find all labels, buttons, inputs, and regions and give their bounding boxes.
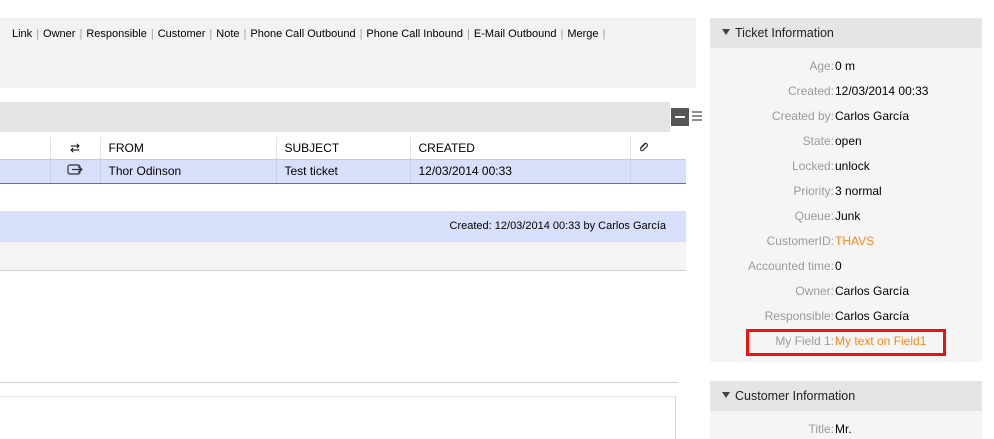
collapse-triangle-icon[interactable] [722, 392, 730, 398]
article-info-bar: Created: 12/03/2014 00:33 by Carlos Garc… [0, 211, 686, 242]
article-created-text: Created: 12/03/2014 00:33 by Carlos Garc… [449, 220, 666, 232]
divider [0, 270, 686, 271]
column-header-direction[interactable]: ⇄ [50, 137, 101, 160]
field-label: Accounted time: [747, 259, 834, 273]
menu-separator: | [243, 28, 247, 40]
cell-created: 12/03/2014 00:33 [410, 158, 631, 184]
field-label: Priority: [793, 184, 834, 198]
ticket-information-widget: Ticket Information Age: 0 m Created: 12/03… [710, 18, 982, 362]
field-value: Junk [835, 209, 861, 223]
customer-information-header[interactable]: Customer Information [710, 381, 982, 411]
article-list-header [0, 102, 670, 132]
ticket-information-header[interactable]: Ticket Information [710, 18, 982, 48]
field-value: 12/03/2014 00:33 [835, 84, 929, 98]
cell-attachment [630, 158, 686, 184]
field-label: Age: [809, 59, 834, 73]
article-subheader [0, 242, 686, 270]
field-value: 0 [835, 259, 842, 273]
field-accounted-time: Accounted time: 0 [710, 254, 982, 279]
field-label: Created: [787, 84, 834, 98]
collapse-triangle-icon[interactable] [722, 29, 730, 35]
menu-separator: | [209, 28, 213, 40]
field-value: open [835, 134, 862, 148]
divider [0, 382, 678, 383]
customer-information-widget: Customer Information Title: Mr. [710, 381, 982, 439]
article-list-tools [671, 108, 702, 128]
column-header-created[interactable]: CREATED [410, 137, 631, 160]
menu-separator: | [36, 28, 40, 40]
article-body-frame [0, 396, 676, 439]
field-state: State: open [710, 129, 982, 154]
field-customer-id: CustomerID: THAVS [710, 229, 982, 254]
field-value: unlock [835, 159, 870, 173]
ticket-information-title: Ticket Information [735, 26, 834, 40]
field-label: Queue: [794, 209, 834, 223]
menu-merge[interactable]: Merge [567, 28, 598, 40]
field-responsible: Responsible: Carlos García [710, 304, 982, 329]
list-view-icon[interactable] [692, 111, 702, 122]
menu-email-outbound[interactable]: E-Mail Outbound [474, 28, 557, 40]
highlight-box [746, 329, 946, 356]
column-header-from[interactable]: FROM [100, 137, 277, 160]
field-value: Carlos García [835, 109, 910, 123]
field-priority: Priority: 3 normal [710, 179, 982, 204]
menu-owner[interactable]: Owner [43, 28, 75, 40]
article-table: ⇄ FROM SUBJECT CREATED Thor Odinson Test… [0, 137, 686, 184]
menu-separator: | [560, 28, 564, 40]
column-header-blank [0, 137, 51, 160]
field-queue: Queue: Junk [710, 204, 982, 229]
field-created: Created: 12/03/2014 00:33 [710, 79, 982, 104]
menu-separator: | [359, 28, 363, 40]
menu-link[interactable]: Link [12, 28, 32, 40]
field-owner: Owner: Carlos García [710, 279, 982, 304]
menu-separator: | [602, 28, 606, 40]
ticket-information-body: Age: 0 m Created: 12/03/2014 00:33 Created… [710, 48, 982, 362]
field-value: Mr. [835, 422, 852, 436]
field-label: Locked: [791, 159, 834, 173]
cell-blank [0, 158, 51, 184]
menu-note[interactable]: Note [216, 28, 239, 40]
cell-from: Thor Odinson [100, 158, 277, 184]
article-action-bar: Link | Owner | Responsible | Customer | Note | Pho… [0, 18, 696, 88]
menu-phone-call-inbound[interactable]: Phone Call Inbound [366, 28, 463, 40]
field-label: Owner: [795, 284, 834, 298]
menu-separator: | [150, 28, 154, 40]
menu-customer[interactable]: Customer [158, 28, 206, 40]
cell-subject: Test ticket [276, 158, 411, 184]
field-value: Carlos García [835, 284, 910, 298]
incoming-icon [67, 164, 83, 175]
paperclip-icon [639, 142, 648, 151]
field-label: Title: [808, 422, 834, 436]
column-header-subject[interactable]: SUBJECT [276, 137, 411, 160]
customer-information-title: Customer Information [735, 389, 856, 403]
table-header-row: ⇄ FROM SUBJECT CREATED [0, 137, 686, 160]
collapse-icon[interactable] [671, 108, 689, 126]
customer-id-link[interactable]: THAVS [835, 234, 874, 248]
menu-phone-call-outbound[interactable]: Phone Call Outbound [250, 28, 355, 40]
field-title: Title: Mr. [710, 417, 982, 439]
menu-responsible[interactable]: Responsible [86, 28, 147, 40]
column-header-attachment [630, 137, 686, 160]
field-value: Carlos García [835, 309, 910, 323]
customer-information-body: Title: Mr. [710, 411, 982, 439]
table-row[interactable]: Thor Odinson Test ticket 12/03/2014 00:3… [0, 158, 686, 184]
menu-separator: | [467, 28, 470, 40]
main-content: Link | Owner | Responsible | Customer | Note | Pho… [0, 0, 702, 439]
field-created-by: Created by: Carlos García [710, 104, 982, 129]
article-action-menu: Link | Owner | Responsible | Customer | Note | Pho… [12, 28, 609, 40]
field-label: Created by: [771, 109, 834, 123]
field-value: 0 m [835, 59, 856, 73]
field-locked: Locked: unlock [710, 154, 982, 179]
field-age: Age: 0 m [710, 54, 982, 79]
menu-separator: | [79, 28, 83, 40]
field-label: CustomerID: [766, 234, 834, 248]
field-label: Responsible: [764, 309, 834, 323]
cell-direction [50, 158, 101, 184]
field-value: 3 normal [835, 184, 882, 198]
field-label: State: [802, 134, 834, 148]
